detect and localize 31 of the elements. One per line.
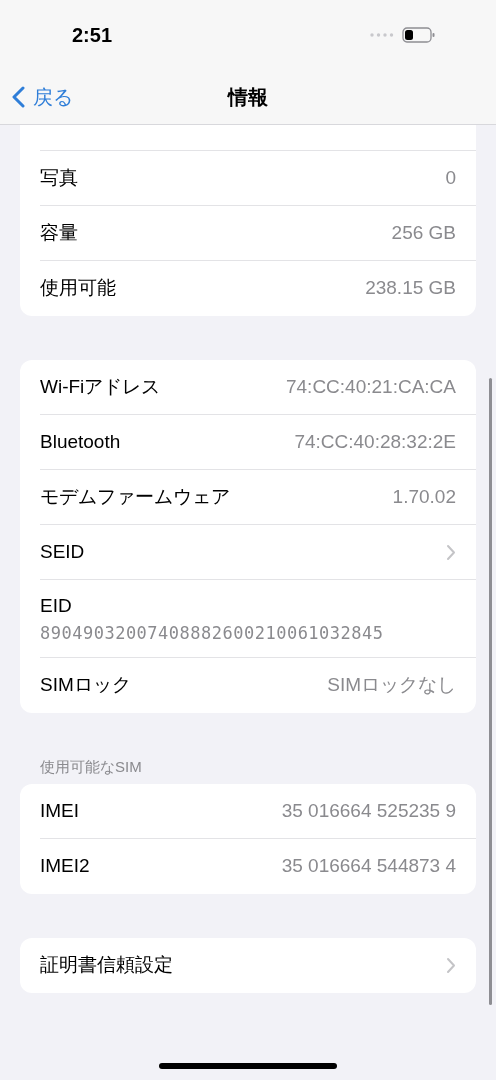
row-value: 0 xyxy=(445,165,456,190)
row-value: 35 016664 544873 4 xyxy=(281,854,456,879)
row-label: モデムファームウェア xyxy=(40,484,230,509)
row-label: SIMロック xyxy=(40,673,131,698)
chevron-icon xyxy=(446,543,456,561)
row-value: 89049032007408882600210061032845 xyxy=(40,621,385,645)
row-value: 1.70.02 xyxy=(392,484,456,509)
row-value: 74:CC:40:28:32:2E xyxy=(294,429,456,454)
back-chevron-icon xyxy=(12,86,25,108)
back-button[interactable]: 戻る xyxy=(0,82,73,112)
status-time: 2:51 xyxy=(72,23,113,48)
row-label: IMEI xyxy=(40,798,80,823)
row-value: 256 GB xyxy=(391,220,456,245)
page-title: 情報 xyxy=(228,85,268,110)
row-label: Wi-Fiアドレス xyxy=(40,374,161,399)
chevron-icon xyxy=(446,957,456,974)
row-label: EID xyxy=(40,593,73,618)
row-value: 35 016664 525235 9 xyxy=(281,798,456,823)
row-label: Bluetooth xyxy=(40,429,121,454)
row-label: 使用可能 xyxy=(40,276,116,301)
battery-icon xyxy=(402,27,436,43)
section-header: 使用可能なSIM xyxy=(39,758,143,776)
signal-icon xyxy=(370,33,394,37)
settings-row[interactable]: 証明書信頼設定 xyxy=(40,938,476,993)
row-value: 74:CC:40:21:CA:CA xyxy=(285,374,456,399)
settings-row[interactable]: SEID xyxy=(40,525,476,580)
row-label: 写真 xyxy=(40,165,78,190)
row-label: IMEI2 xyxy=(40,854,90,879)
row-value: SIMロックなし xyxy=(327,673,456,698)
row-label: 容量 xyxy=(40,220,78,245)
row-value: 238.15 GB xyxy=(365,276,456,301)
